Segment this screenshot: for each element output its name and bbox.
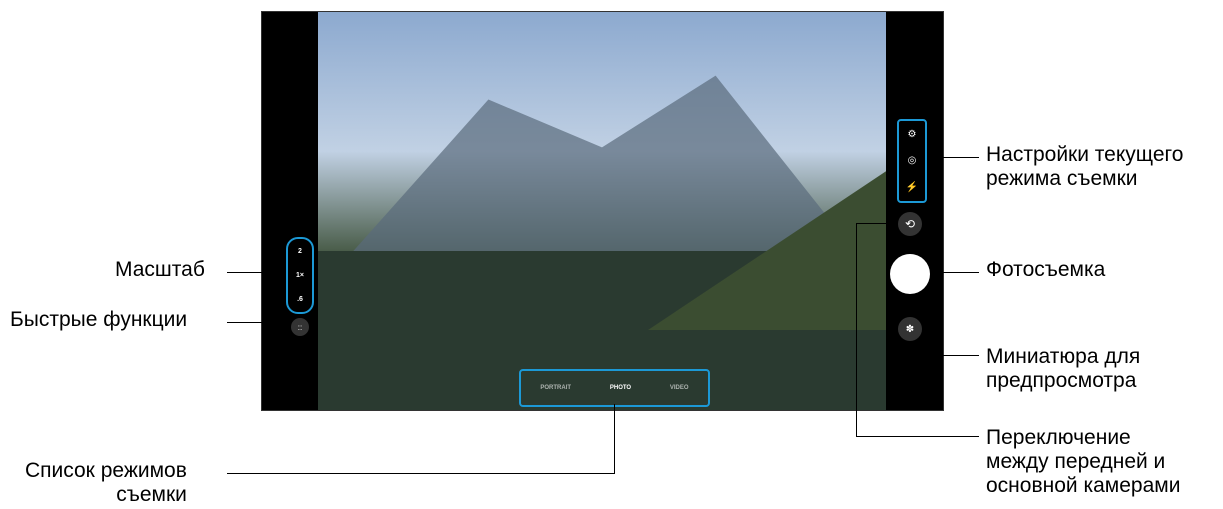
shutter-button[interactable] [890,254,930,294]
label-settings: Настройки текущего режима съемки [986,143,1184,191]
label-quick-funcs: Быстрые функции [10,308,188,331]
label-zoom: Масштаб [115,258,205,281]
shooting-modes-list[interactable]: PORTRAIT PHOTO VIDEO [519,369,710,407]
flash-icon[interactable]: ⚡ [906,182,918,193]
mode-portrait[interactable]: PORTRAIT [540,385,571,391]
switch-camera-button[interactable]: ⟲ [898,212,922,236]
settings-icon[interactable]: ⚙ [908,129,917,140]
preview-icon: ✽ [905,323,915,335]
label-switch-camera: Переключение между передней и основной к… [986,426,1181,498]
label-mode-list: Список режимов съемки [25,459,187,507]
quick-functions-button[interactable]: :: [291,318,309,336]
mode-video[interactable]: VIDEO [670,385,689,391]
timer-icon[interactable]: ◎ [908,155,917,166]
label-capture: Фотосъемка [986,258,1106,281]
zoom-selector[interactable]: 2 1× .6 [286,237,314,314]
phone-frame: 2 1× .6 :: ⚙ ◎ ⚡ ⟲ ✽ PORTRAIT PHOTO VIDE… [261,11,944,411]
camera-viewfinder[interactable] [318,12,886,410]
current-mode-settings[interactable]: ⚙ ◎ ⚡ [897,119,927,203]
thumbnail-preview-button[interactable]: ✽ [898,317,922,341]
switch-icon: ⟲ [904,217,916,231]
label-thumbnail: Миниатюра для предпросмотра [986,345,1141,393]
mode-photo[interactable]: PHOTO [610,385,631,391]
